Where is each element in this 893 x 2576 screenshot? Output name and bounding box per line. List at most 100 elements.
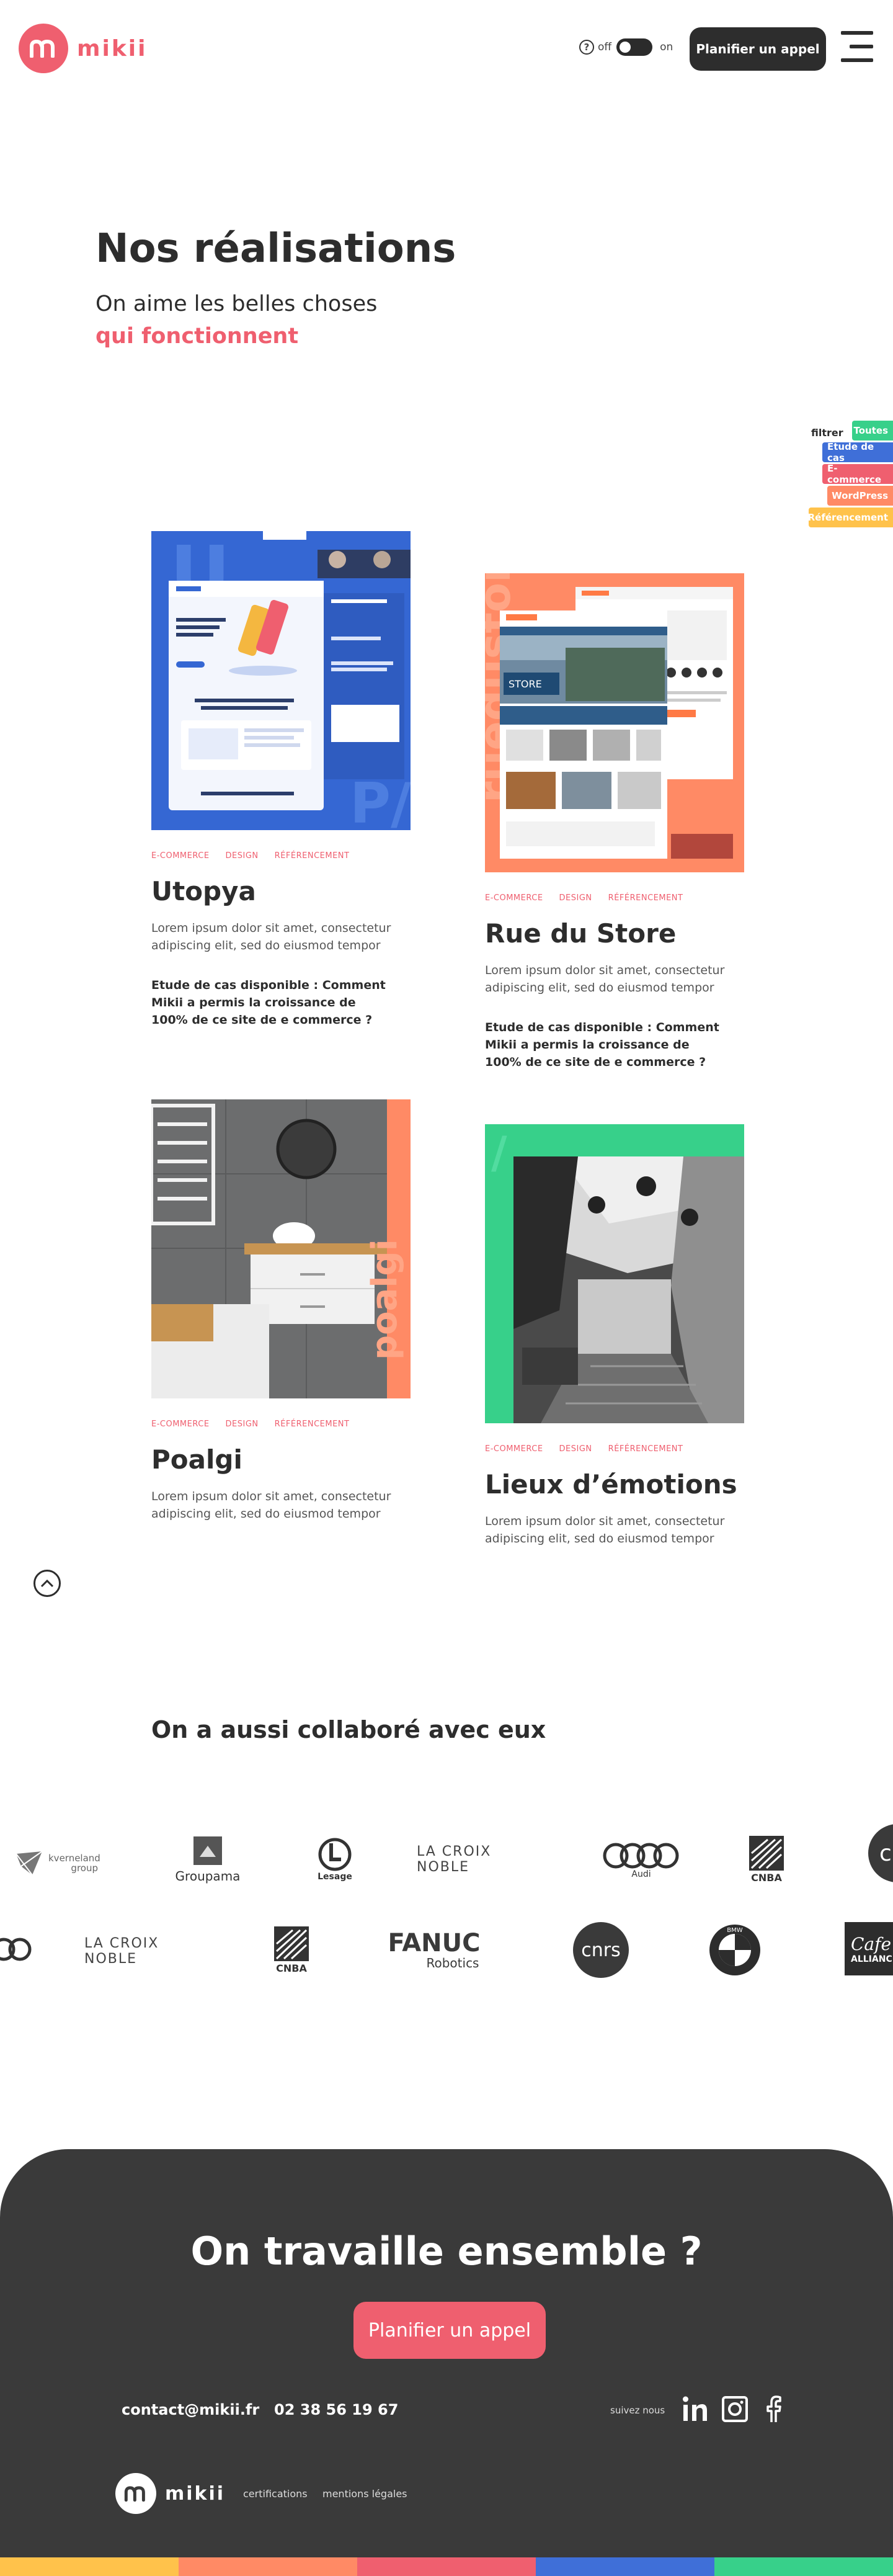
partner-logo-cnrs-partial: cn bbox=[868, 1824, 893, 1882]
color-stripe-blue bbox=[536, 2557, 714, 2576]
kverneland-icon bbox=[16, 1851, 43, 1876]
color-stripe-yellow bbox=[0, 2557, 179, 2576]
project-description: Lorem ipsum dolor sit amet, consectetur … bbox=[485, 964, 725, 995]
tag-ecommerce[interactable]: E-COMMERCE bbox=[151, 1420, 210, 1429]
partner-name: CNBA bbox=[276, 1962, 307, 1974]
tag-seo[interactable]: RÉFÉRENCEMENT bbox=[608, 893, 683, 903]
intro-subtitle: On aime les belles choses bbox=[96, 292, 378, 316]
menu-icon[interactable] bbox=[841, 29, 873, 66]
mikii-logo[interactable]: mikii bbox=[19, 24, 147, 73]
tag-seo[interactable]: RÉFÉRENCEMENT bbox=[275, 851, 350, 861]
logo-text: mikii bbox=[165, 2482, 226, 2505]
logo-mark-icon bbox=[19, 24, 68, 73]
partner-name: cnrs bbox=[573, 1922, 629, 1978]
tag-design[interactable]: DESIGN bbox=[559, 1444, 592, 1454]
color-stripe-orange bbox=[179, 2557, 357, 2576]
partner-name: FANUC bbox=[388, 1929, 481, 1957]
project-title[interactable]: Rue du Store bbox=[485, 918, 676, 949]
tag-ecommerce[interactable]: E-COMMERCE bbox=[485, 893, 543, 903]
toggle-switch[interactable] bbox=[616, 38, 653, 56]
project-tags: E-COMMERCE DESIGN RÉFÉRENCEMENT bbox=[485, 1444, 699, 1454]
intro-subtitle-highlight: qui fonctionnent bbox=[96, 324, 299, 349]
footer-schedule-call-button[interactable]: Planifier un appel bbox=[353, 2302, 546, 2359]
filter-all[interactable]: Toutes bbox=[852, 421, 893, 441]
partner-name: kverneland group bbox=[48, 1853, 100, 1874]
filter-wordpress[interactable]: WordPress bbox=[827, 486, 893, 506]
instagram-icon[interactable] bbox=[721, 2395, 749, 2423]
partner-logo-cnba: CNBA bbox=[267, 1921, 316, 1978]
mode-toggle[interactable]: ? off on bbox=[579, 38, 673, 56]
footer-color-bar bbox=[0, 2557, 893, 2576]
tag-seo[interactable]: RÉFÉRENCEMENT bbox=[608, 1444, 683, 1454]
partner-name: Lesage bbox=[318, 1872, 352, 1882]
schedule-call-button[interactable]: Planifier un appel bbox=[690, 27, 826, 71]
project-title[interactable]: Utopya bbox=[151, 876, 256, 906]
footer-logo[interactable]: mikii bbox=[115, 2473, 225, 2514]
tag-ecommerce[interactable]: E-COMMERCE bbox=[485, 1444, 543, 1454]
partner-name: Groupama bbox=[175, 1869, 241, 1884]
project-thumbnail[interactable]: poalgi bbox=[151, 1099, 411, 1398]
partner-logo-la-croix-noble: LA CROIX NOBLE bbox=[84, 1936, 215, 1967]
chevron-up-icon bbox=[40, 1579, 54, 1588]
project-tags: E-COMMERCE DESIGN RÉFÉRENCEMENT bbox=[485, 893, 699, 903]
partner-name: Audi bbox=[631, 1869, 651, 1879]
partner-logo-cnba: CNBA bbox=[742, 1830, 791, 1887]
contact-email-link[interactable]: contact@mikii.fr bbox=[122, 2401, 259, 2418]
project-thumbnail[interactable]: / bbox=[485, 1124, 744, 1423]
certifications-link[interactable]: certifications bbox=[243, 2488, 308, 2500]
audi-rings-icon bbox=[0, 1938, 32, 1961]
lesage-icon bbox=[318, 1838, 352, 1871]
logo-mark-icon bbox=[115, 2473, 156, 2514]
project-description: Lorem ipsum dolor sit amet, consectetur … bbox=[151, 1490, 391, 1521]
filter-seo[interactable]: Référencement bbox=[808, 508, 893, 527]
svg-text:P/: P/ bbox=[350, 771, 411, 830]
linkedin-icon[interactable] bbox=[681, 2395, 709, 2423]
facebook-icon[interactable] bbox=[759, 2395, 788, 2423]
bmw-icon: BMW bbox=[709, 1925, 760, 1975]
project-description: Lorem ipsum dolor sit amet, consectetur … bbox=[151, 921, 391, 952]
partner-subname: Robotics bbox=[426, 1956, 479, 1970]
svg-text:poalgi: poalgi bbox=[365, 1239, 405, 1360]
toggle-on-label: on bbox=[660, 41, 673, 53]
site-header: mikii ? off on Planifier un appel bbox=[0, 0, 893, 97]
tag-ecommerce[interactable]: E-COMMERCE bbox=[151, 851, 210, 861]
logo-text: mikii bbox=[77, 35, 148, 61]
partner-logo-la-croix-noble: LA CROIX NOBLE bbox=[417, 1844, 547, 1875]
partner-logo-groupama: Groupama bbox=[167, 1834, 248, 1886]
partner-logo-audi: Audi bbox=[599, 1838, 683, 1884]
case-study-link[interactable]: Etude de cas disponible : Comment Mikii … bbox=[151, 977, 387, 1029]
scroll-top-button[interactable] bbox=[33, 1570, 61, 1597]
legal-notice-link[interactable]: mentions légales bbox=[322, 2488, 407, 2500]
filter-case-study[interactable]: Étude de cas bbox=[822, 441, 893, 463]
project-tags: E-COMMERCE DESIGN RÉFÉRENCEMENT bbox=[151, 1420, 365, 1429]
contact-phone-link[interactable]: 02 38 56 19 67 bbox=[274, 2401, 398, 2418]
partner-logo-audi-partial bbox=[0, 1932, 35, 1967]
cnba-icon bbox=[749, 1835, 784, 1871]
tag-design[interactable]: DESIGN bbox=[559, 893, 592, 903]
filter-ecommerce[interactable]: E-commerce bbox=[822, 463, 893, 485]
footer-title: On travaille ensemble ? bbox=[190, 2229, 703, 2274]
partner-logo-cnrs: cnrs bbox=[573, 1922, 629, 1978]
project-thumbnail[interactable]: U P/ bbox=[151, 531, 411, 830]
filter-label: filtrer bbox=[811, 427, 843, 439]
partner-logo-fanuc: FANUC Robotics bbox=[378, 1931, 490, 1970]
project-thumbnail[interactable]: ruedustore STORE bbox=[485, 573, 744, 872]
page-title: Nos réalisations bbox=[96, 226, 456, 272]
color-stripe-green bbox=[714, 2557, 893, 2576]
tag-design[interactable]: DESIGN bbox=[226, 1420, 259, 1429]
tag-seo[interactable]: RÉFÉRENCEMENT bbox=[275, 1420, 350, 1429]
project-title[interactable]: Poalgi bbox=[151, 1444, 242, 1475]
svg-text:/: / bbox=[491, 1127, 507, 1178]
tag-design[interactable]: DESIGN bbox=[226, 851, 259, 861]
project-title[interactable]: Lieux d’émotions bbox=[485, 1469, 737, 1500]
partner-logo-bmw: BMW bbox=[708, 1923, 762, 1977]
partner-logo-cafe-alliance: Cafe ALLIANCE bbox=[845, 1922, 893, 1975]
follow-label: suivez nous bbox=[610, 2405, 665, 2416]
case-study-link[interactable]: Etude de cas disponible : Comment Mikii … bbox=[485, 1019, 721, 1071]
help-icon[interactable]: ? bbox=[579, 40, 594, 55]
toggle-off-label: off bbox=[598, 41, 612, 53]
partner-name: Cafe bbox=[851, 1933, 892, 1954]
color-stripe-red bbox=[357, 2557, 536, 2576]
partner-name: LA CROIX NOBLE bbox=[84, 1936, 159, 1967]
partner-name: cn bbox=[868, 1824, 893, 1882]
